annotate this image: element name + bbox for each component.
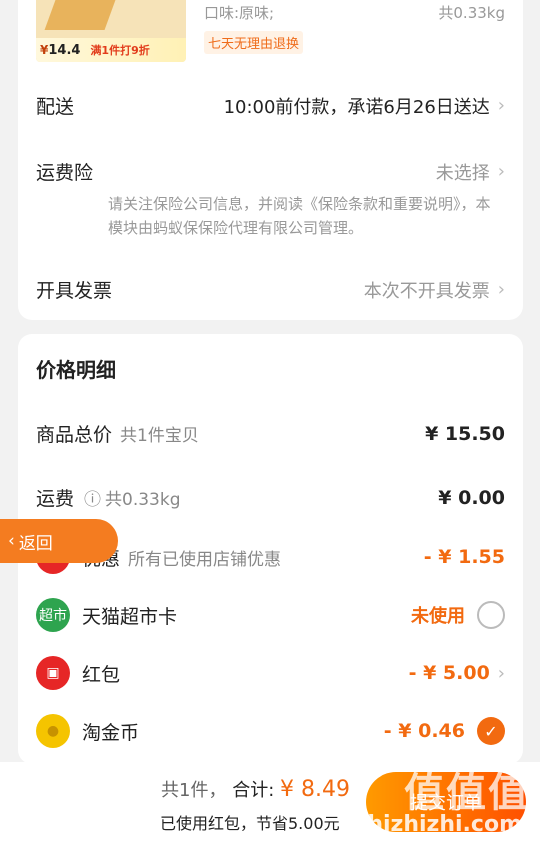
delivery-value: 10:00前付款，承诺6月26日送达	[223, 96, 490, 118]
coins-checkbox[interactable]: ✓	[477, 717, 505, 745]
red-envelope-icon: ▣	[36, 656, 70, 690]
redpack-row[interactable]: ▣ 红包 - ¥ 5.00 ›	[36, 656, 505, 690]
product-flavor: 口味:原味;	[204, 4, 275, 22]
shipping-insurance-row[interactable]: 运费险 未选择 ›	[36, 158, 505, 185]
price-detail-title: 价格明细	[36, 358, 116, 382]
gold-coin-icon: ●	[36, 714, 70, 748]
product-weight: 共0.33kg	[438, 4, 505, 22]
market-card-row[interactable]: 超市 天猫超市卡 未使用	[36, 598, 505, 632]
order-card: ¥14.4 满1件打9折 口味:原味; 共0.33kg 七天无理由退换 配送 10…	[18, 0, 523, 320]
market-card-radio[interactable]	[477, 601, 505, 629]
total-amount: ¥ 8.49	[280, 777, 350, 802]
total-label: 合计:	[232, 780, 275, 801]
delivery-row[interactable]: 配送 10:00前付款，承诺6月26日送达 ›	[36, 92, 505, 119]
return-policy-tag: 七天无理由退换	[204, 31, 304, 54]
shipping-fee-label: 运费	[36, 488, 75, 510]
invoice-label: 开具发票	[36, 280, 113, 302]
product-price-tag: ¥14.4 满1件打9折	[36, 38, 186, 62]
insurance-label: 运费险	[36, 162, 94, 184]
total-summary: 共1件， 合计: ¥ 8.49	[161, 776, 350, 802]
shipping-fee-value: ¥ 0.00	[438, 486, 505, 509]
product-image	[44, 0, 116, 30]
saved-note: 已使用红包，节省5.00元	[160, 814, 340, 833]
insurance-value: 未选择	[435, 162, 490, 184]
back-button[interactable]: ‹ 返回	[0, 519, 118, 563]
tmall-market-icon: 超市	[36, 598, 70, 632]
goods-total-value: ¥ 15.50	[425, 422, 505, 445]
product-thumbnail[interactable]: ¥14.4 满1件打9折	[36, 0, 186, 62]
chevron-right-icon: ›	[497, 161, 505, 182]
invoice-value: 本次不开具发票	[363, 280, 490, 302]
coins-row[interactable]: ● 淘金币 - ¥ 0.46 ✓	[36, 714, 505, 748]
chevron-left-icon: ‹	[8, 531, 15, 551]
delivery-label: 配送	[36, 96, 75, 118]
watermark-url: zhizhizhi.com	[354, 812, 522, 837]
discount-sub: 所有已使用店铺优惠	[128, 549, 282, 570]
chevron-right-icon: ›	[497, 662, 505, 684]
market-card-value: 未使用	[411, 606, 465, 627]
redpack-value: - ¥ 5.00	[408, 662, 490, 684]
chevron-right-icon: ›	[497, 279, 505, 300]
item-count: 共1件，	[161, 780, 227, 801]
shipping-fee-sub: 共0.33kg	[105, 490, 181, 510]
coins-value: - ¥ 0.46	[383, 720, 465, 742]
invoice-row[interactable]: 开具发票 本次不开具发票 ›	[36, 276, 505, 303]
promo-label: 满1件打9折	[90, 44, 150, 57]
insurance-note: 请关注保险公司信息，并阅读《保险条款和重要说明》，本模块由蚂蚁保保险代理有限公司…	[108, 195, 491, 237]
coins-label: 淘金币	[82, 721, 140, 744]
market-card-label: 天猫超市卡	[82, 605, 178, 628]
help-icon[interactable]: ⓘ	[84, 485, 101, 510]
product-price: 14.4	[48, 43, 81, 58]
watermark-logo: 值值值	[404, 770, 530, 816]
back-label: 返回	[18, 533, 53, 554]
goods-total-sub: 共1件宝贝	[120, 426, 199, 446]
goods-total-label: 商品总价	[36, 424, 113, 446]
redpack-label: 红包	[82, 663, 121, 686]
discount-value: - ¥ 1.55	[423, 546, 505, 568]
chevron-right-icon: ›	[497, 95, 505, 116]
shipping-fee-row: 运费 ⓘ 共0.33kg ¥ 0.00	[36, 484, 505, 511]
goods-total-row: 商品总价 共1件宝贝 ¥ 15.50	[36, 420, 505, 447]
